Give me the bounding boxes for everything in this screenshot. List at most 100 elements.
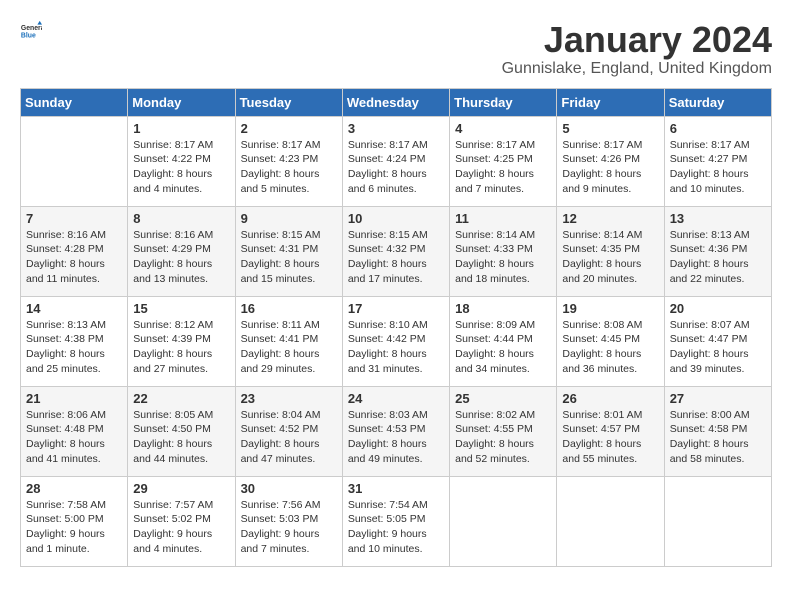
day-info: Sunrise: 8:01 AM Sunset: 4:57 PM Dayligh… xyxy=(562,408,658,467)
day-number: 8 xyxy=(133,211,229,226)
day-info: Sunrise: 8:06 AM Sunset: 4:48 PM Dayligh… xyxy=(26,408,122,467)
day-info: Sunrise: 8:09 AM Sunset: 4:44 PM Dayligh… xyxy=(455,318,551,377)
col-sunday: Sunday xyxy=(21,88,128,116)
day-number: 22 xyxy=(133,391,229,406)
calendar-cell: 13Sunrise: 8:13 AM Sunset: 4:36 PM Dayli… xyxy=(664,206,771,296)
calendar-cell: 9 Sunrise: 8:15 AM Sunset: 4:31 PM Daylig… xyxy=(235,206,342,296)
day-info: Sunrise: 8:17 AM Sunset: 4:22 PM Dayligh… xyxy=(133,138,229,197)
day-info: Sunrise: 8:04 AM Sunset: 4:52 PM Dayligh… xyxy=(241,408,337,467)
calendar-cell: 17Sunrise: 8:10 AM Sunset: 4:42 PM Dayli… xyxy=(342,296,449,386)
calendar-title: January 2024 xyxy=(502,20,772,60)
day-number: 15 xyxy=(133,301,229,316)
day-info: Sunrise: 8:07 AM Sunset: 4:47 PM Dayligh… xyxy=(670,318,766,377)
calendar-cell: 25 Sunrise: 8:02 AM Sunset: 4:55 PM Dayli… xyxy=(450,386,557,476)
col-saturday: Saturday xyxy=(664,88,771,116)
calendar-week-row: 21 Sunrise: 8:06 AM Sunset: 4:48 PM Dayli… xyxy=(21,386,772,476)
calendar-cell: 8 Sunrise: 8:16 AM Sunset: 4:29 PM Daylig… xyxy=(128,206,235,296)
day-number: 1 xyxy=(133,121,229,136)
calendar-subtitle: Gunnislake, England, United Kingdom xyxy=(502,60,772,78)
calendar-cell: 11Sunrise: 8:14 AM Sunset: 4:33 PM Dayli… xyxy=(450,206,557,296)
calendar-cell: 24Sunrise: 8:03 AM Sunset: 4:53 PM Dayli… xyxy=(342,386,449,476)
day-info: Sunrise: 7:57 AM Sunset: 5:02 PM Dayligh… xyxy=(133,498,229,557)
day-info: Sunrise: 8:14 AM Sunset: 4:35 PM Dayligh… xyxy=(562,228,658,287)
col-friday: Friday xyxy=(557,88,664,116)
day-number: 29 xyxy=(133,481,229,496)
day-info: Sunrise: 8:13 AM Sunset: 4:38 PM Dayligh… xyxy=(26,318,122,377)
day-number: 28 xyxy=(26,481,122,496)
day-number: 14 xyxy=(26,301,122,316)
calendar-cell: 5 Sunrise: 8:17 AM Sunset: 4:26 PM Daylig… xyxy=(557,116,664,206)
day-number: 9 xyxy=(241,211,337,226)
svg-text:General: General xyxy=(21,25,42,32)
day-info: Sunrise: 8:00 AM Sunset: 4:58 PM Dayligh… xyxy=(670,408,766,467)
calendar-cell: 29 Sunrise: 7:57 AM Sunset: 5:02 PM Dayli… xyxy=(128,476,235,566)
calendar-cell: 10Sunrise: 8:15 AM Sunset: 4:32 PM Dayli… xyxy=(342,206,449,296)
calendar-cell: 7 Sunrise: 8:16 AM Sunset: 4:28 PM Daylig… xyxy=(21,206,128,296)
day-number: 25 xyxy=(455,391,551,406)
day-number: 23 xyxy=(241,391,337,406)
day-number: 21 xyxy=(26,391,122,406)
calendar-week-row: 1 Sunrise: 8:17 AM Sunset: 4:22 PM Daylig… xyxy=(21,116,772,206)
calendar-cell: 2 Sunrise: 8:17 AM Sunset: 4:23 PM Daylig… xyxy=(235,116,342,206)
day-info: Sunrise: 8:11 AM Sunset: 4:41 PM Dayligh… xyxy=(241,318,337,377)
day-number: 10 xyxy=(348,211,444,226)
day-number: 19 xyxy=(562,301,658,316)
day-number: 7 xyxy=(26,211,122,226)
day-number: 11 xyxy=(455,211,551,226)
day-info: Sunrise: 8:08 AM Sunset: 4:45 PM Dayligh… xyxy=(562,318,658,377)
logo: General Blue xyxy=(20,20,42,47)
svg-text:Blue: Blue xyxy=(21,32,36,39)
calendar-title-area: January 2024 Gunnislake, England, United… xyxy=(502,20,772,78)
day-number: 26 xyxy=(562,391,658,406)
calendar-cell: 22 Sunrise: 8:05 AM Sunset: 4:50 PM Dayli… xyxy=(128,386,235,476)
day-info: Sunrise: 8:05 AM Sunset: 4:50 PM Dayligh… xyxy=(133,408,229,467)
calendar-cell: 21 Sunrise: 8:06 AM Sunset: 4:48 PM Dayli… xyxy=(21,386,128,476)
day-number: 4 xyxy=(455,121,551,136)
day-info: Sunrise: 8:15 AM Sunset: 4:31 PM Dayligh… xyxy=(241,228,337,287)
calendar-cell xyxy=(557,476,664,566)
calendar-week-row: 7 Sunrise: 8:16 AM Sunset: 4:28 PM Daylig… xyxy=(21,206,772,296)
day-info: Sunrise: 8:16 AM Sunset: 4:28 PM Dayligh… xyxy=(26,228,122,287)
col-monday: Monday xyxy=(128,88,235,116)
day-info: Sunrise: 8:16 AM Sunset: 4:29 PM Dayligh… xyxy=(133,228,229,287)
calendar-cell xyxy=(664,476,771,566)
calendar-cell: 30 Sunrise: 7:56 AM Sunset: 5:03 PM Dayli… xyxy=(235,476,342,566)
calendar-cell: 15 Sunrise: 8:12 AM Sunset: 4:39 PM Dayli… xyxy=(128,296,235,386)
calendar-week-row: 14 Sunrise: 8:13 AM Sunset: 4:38 PM Dayli… xyxy=(21,296,772,386)
day-number: 5 xyxy=(562,121,658,136)
day-info: Sunrise: 8:12 AM Sunset: 4:39 PM Dayligh… xyxy=(133,318,229,377)
day-info: Sunrise: 8:02 AM Sunset: 4:55 PM Dayligh… xyxy=(455,408,551,467)
logo-graphic: General Blue xyxy=(20,20,42,47)
day-info: Sunrise: 8:17 AM Sunset: 4:27 PM Dayligh… xyxy=(670,138,766,197)
day-info: Sunrise: 7:56 AM Sunset: 5:03 PM Dayligh… xyxy=(241,498,337,557)
day-info: Sunrise: 8:17 AM Sunset: 4:26 PM Dayligh… xyxy=(562,138,658,197)
calendar-cell: 1 Sunrise: 8:17 AM Sunset: 4:22 PM Daylig… xyxy=(128,116,235,206)
calendar-week-row: 28Sunrise: 7:58 AM Sunset: 5:00 PM Dayli… xyxy=(21,476,772,566)
calendar-cell: 20 Sunrise: 8:07 AM Sunset: 4:47 PM Dayli… xyxy=(664,296,771,386)
day-number: 16 xyxy=(241,301,337,316)
calendar-cell xyxy=(21,116,128,206)
day-number: 31 xyxy=(348,481,444,496)
day-number: 17 xyxy=(348,301,444,316)
calendar-table: Sunday Monday Tuesday Wednesday Thursday… xyxy=(20,88,772,567)
day-number: 30 xyxy=(241,481,337,496)
calendar-cell: 18Sunrise: 8:09 AM Sunset: 4:44 PM Dayli… xyxy=(450,296,557,386)
day-info: Sunrise: 8:17 AM Sunset: 4:25 PM Dayligh… xyxy=(455,138,551,197)
day-number: 3 xyxy=(348,121,444,136)
day-info: Sunrise: 8:17 AM Sunset: 4:23 PM Dayligh… xyxy=(241,138,337,197)
day-number: 6 xyxy=(670,121,766,136)
calendar-cell: 27 Sunrise: 8:00 AM Sunset: 4:58 PM Dayli… xyxy=(664,386,771,476)
col-wednesday: Wednesday xyxy=(342,88,449,116)
calendar-cell: 19 Sunrise: 8:08 AM Sunset: 4:45 PM Dayli… xyxy=(557,296,664,386)
day-number: 12 xyxy=(562,211,658,226)
col-thursday: Thursday xyxy=(450,88,557,116)
day-number: 24 xyxy=(348,391,444,406)
calendar-cell xyxy=(450,476,557,566)
col-tuesday: Tuesday xyxy=(235,88,342,116)
day-number: 27 xyxy=(670,391,766,406)
calendar-cell: 28Sunrise: 7:58 AM Sunset: 5:00 PM Dayli… xyxy=(21,476,128,566)
day-number: 2 xyxy=(241,121,337,136)
calendar-cell: 26 Sunrise: 8:01 AM Sunset: 4:57 PM Dayli… xyxy=(557,386,664,476)
day-number: 20 xyxy=(670,301,766,316)
day-info: Sunrise: 7:54 AM Sunset: 5:05 PM Dayligh… xyxy=(348,498,444,557)
